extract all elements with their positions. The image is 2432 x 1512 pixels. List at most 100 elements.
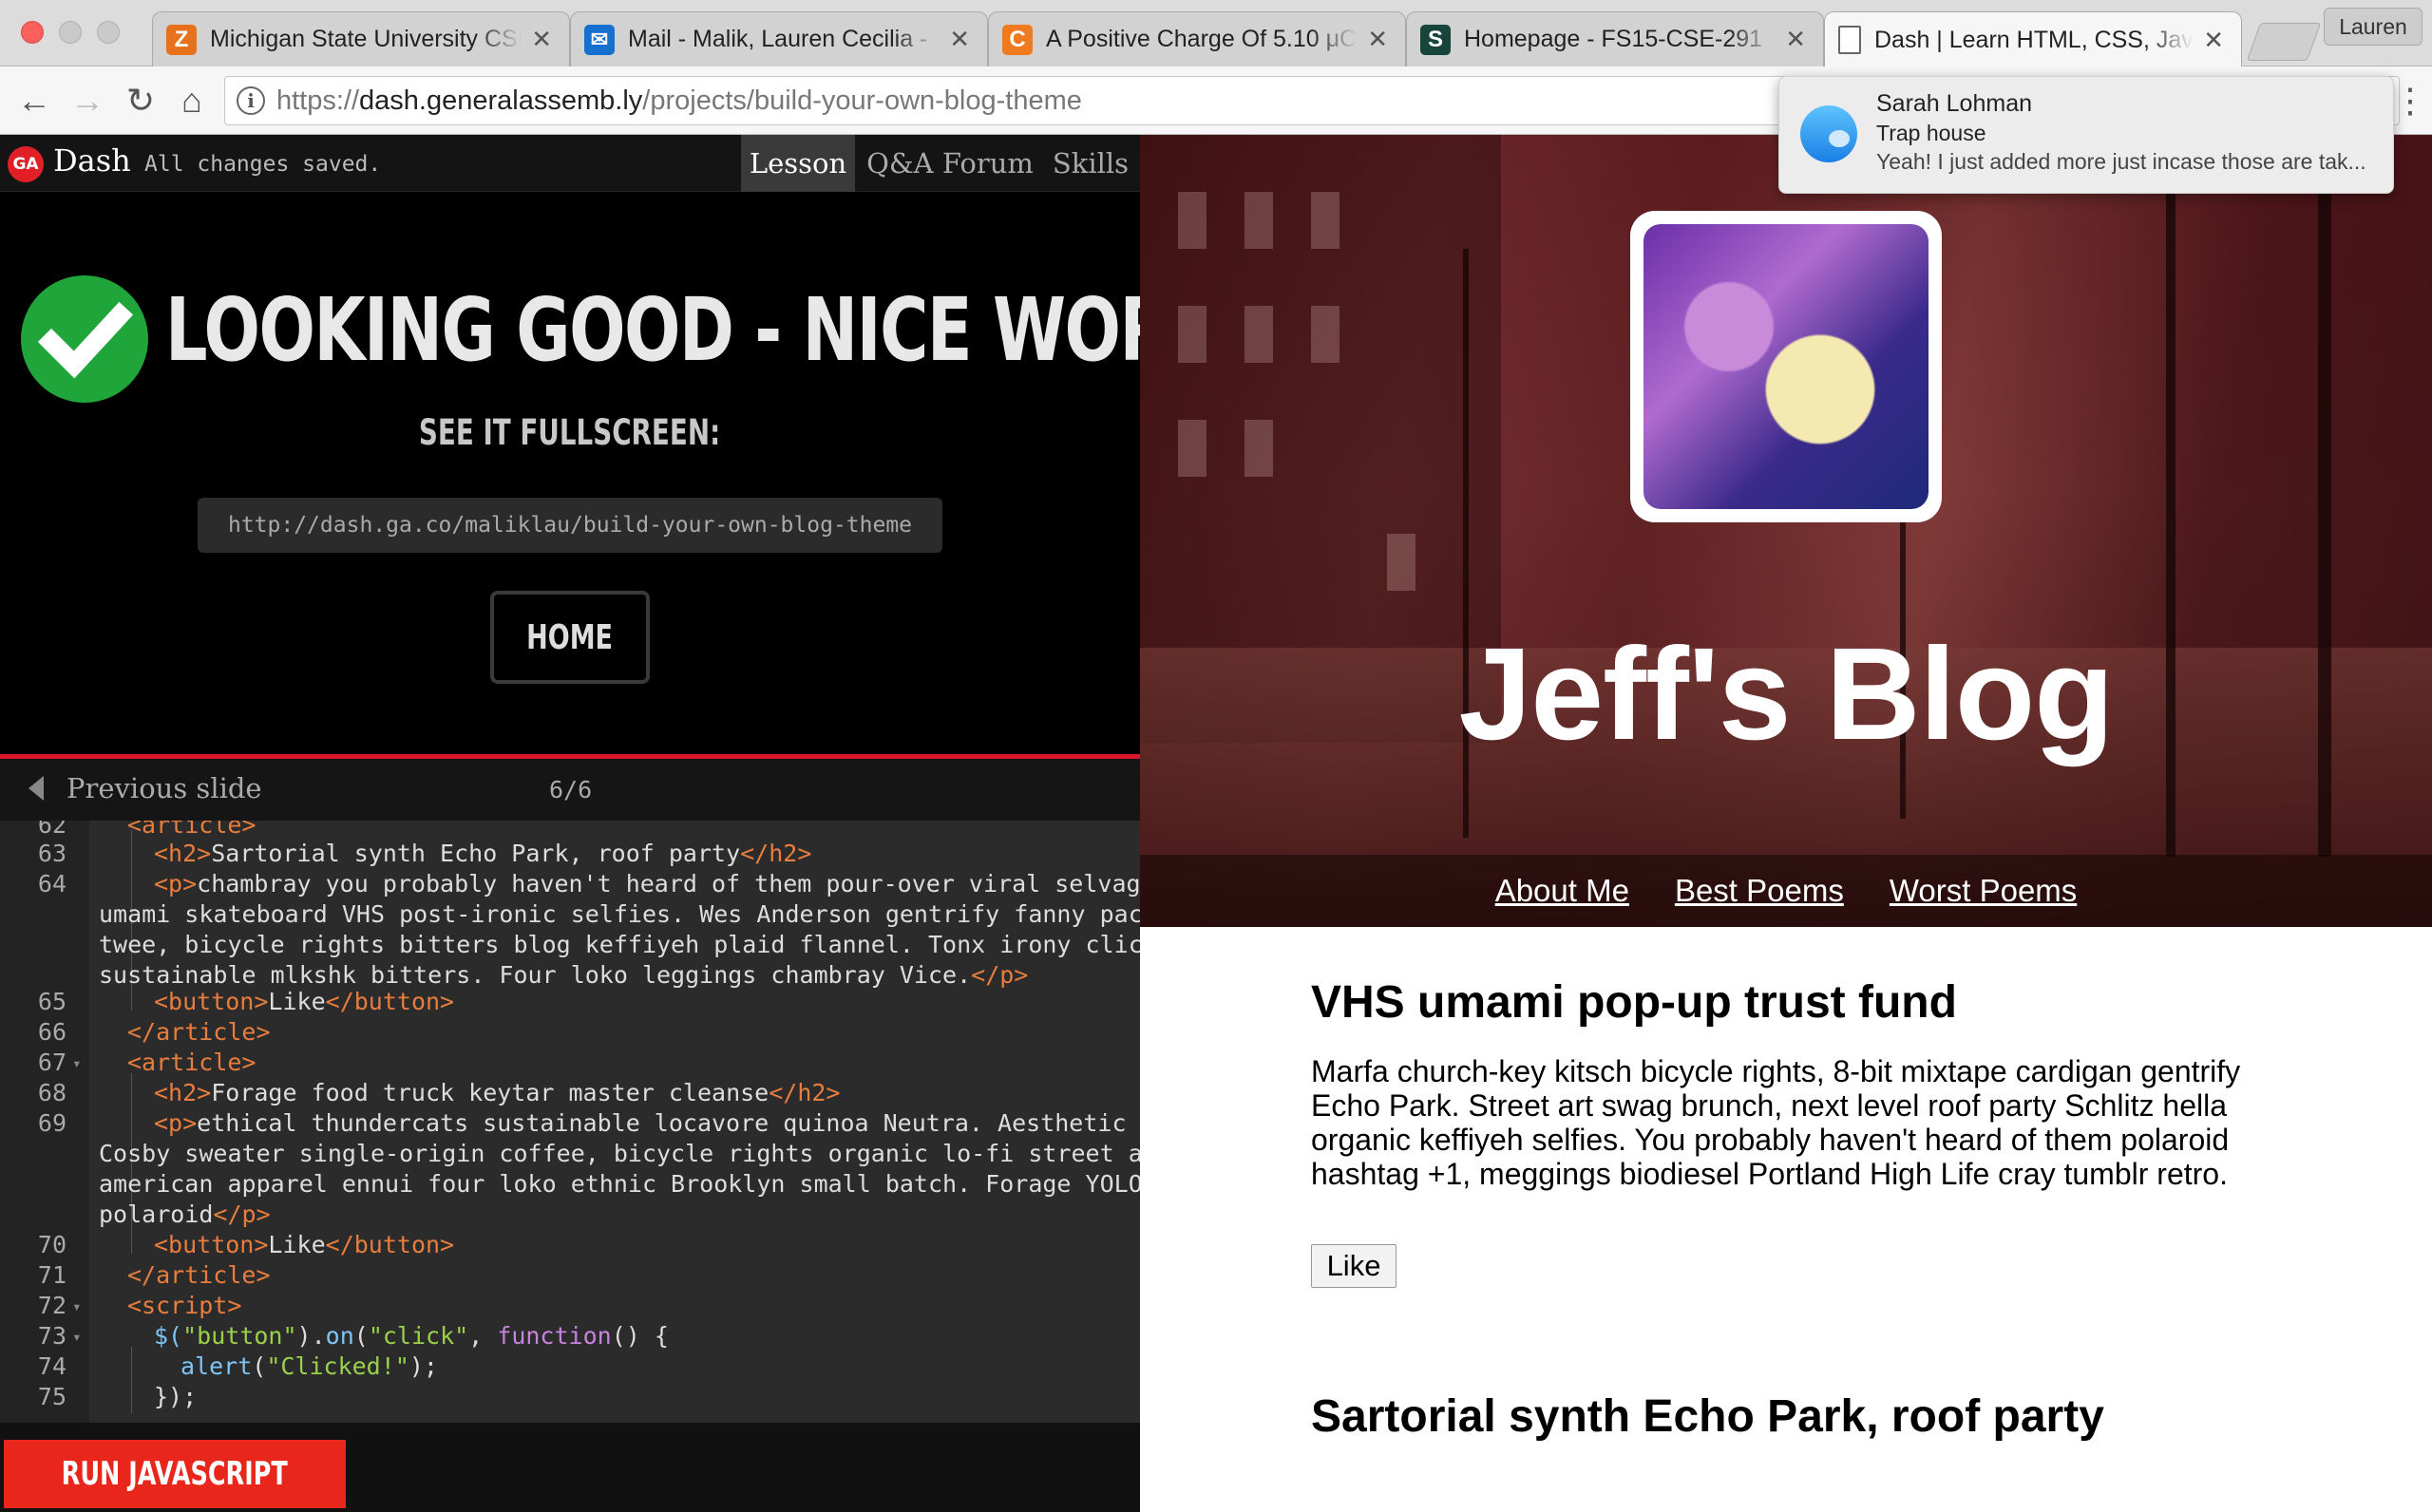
run-javascript-button[interactable]: RUN JAVASCRIPT [4, 1440, 346, 1508]
maximize-window-button[interactable] [97, 21, 120, 44]
blog-nav: About Me Best Poems Worst Poems [1140, 855, 2432, 927]
home-icon[interactable]: ⌂ [171, 80, 213, 122]
close-window-button[interactable] [21, 21, 44, 44]
tab-skills[interactable]: Skills [1045, 135, 1136, 192]
back-arrow-icon[interactable]: ← [13, 80, 55, 122]
info-icon[interactable]: i [237, 86, 265, 115]
window-shape [1244, 192, 1273, 249]
profile-button[interactable]: Lauren [2324, 8, 2422, 46]
nav-best-poems[interactable]: Best Poems [1675, 873, 1844, 909]
code-line: </article> [127, 1261, 271, 1289]
line-number: 74 [37, 1352, 66, 1380]
fullscreen-url-field[interactable]: http://dash.ga.co/maliklau/build-your-ow… [198, 498, 942, 553]
window-shape [1244, 420, 1273, 477]
messages-app-icon [1800, 105, 1857, 162]
avatar-photo [1644, 224, 1928, 509]
lesson-content: LOOKING GOOD - NICE WORK! SEE IT FULLSCR… [0, 192, 1140, 754]
line-number: 71 [37, 1261, 66, 1289]
nav-about-me[interactable]: About Me [1495, 873, 1629, 909]
ga-logo-icon[interactable]: GA [8, 146, 44, 182]
dash-header: GA Dash All changes saved. Lesson Q&A Fo… [0, 135, 1140, 192]
window-shape [1244, 306, 1273, 363]
line-number-gutter: 62 63 64 65 66 67 ▾ 68 69 70 71 72 ▾ 73 … [0, 821, 89, 1423]
browser-tab-chegg[interactable]: C A Positive Charge Of 5.10 μC ✕ [988, 11, 1406, 66]
nav-worst-poems[interactable]: Worst Poems [1890, 873, 2077, 909]
close-tab-icon[interactable]: ✕ [1367, 25, 1388, 54]
code-line: $("button").on("click", function() { [154, 1322, 669, 1350]
message-notification[interactable]: Sarah Lohman Trap house Yeah! I just add… [1778, 76, 2394, 194]
new-tab-button[interactable] [2246, 23, 2322, 61]
browser-tab-homepage[interactable]: S Homepage - FS15-CSE-291 ✕ [1406, 11, 1824, 66]
dash-panel: GA Dash All changes saved. Lesson Q&A Fo… [0, 135, 1140, 1512]
previous-arrow-icon[interactable] [28, 776, 44, 801]
window-shape [1311, 306, 1340, 363]
blog-preview: Jeff's Blog About Me Best Poems Worst Po… [1140, 135, 2432, 1512]
tab-qa-forum[interactable]: Q&A Forum [864, 135, 1036, 192]
line-number: 64 [37, 870, 66, 898]
window-shape [1178, 192, 1206, 249]
like-button[interactable]: Like [1311, 1244, 1396, 1288]
window-shape [1178, 306, 1206, 363]
browser-tab-msu[interactable]: Z Michigan State University CSE ✕ [152, 11, 570, 66]
close-tab-icon[interactable]: ✕ [531, 25, 552, 54]
close-tab-icon[interactable]: ✕ [1785, 25, 1806, 54]
code-line: alert("Clicked!"); [180, 1352, 438, 1380]
code-line: sustainable mlkshk bitters. Four loko le… [99, 961, 1029, 989]
post-title: VHS umami pop-up trust fund [1311, 977, 1957, 1028]
line-number: 73 [37, 1322, 66, 1350]
code-line: <p>ethical thundercats sustainable locav… [154, 1109, 1127, 1137]
tab-title: Homepage - FS15-CSE-291 [1464, 26, 1763, 52]
code-line: <article> [127, 821, 256, 839]
document-icon [1838, 26, 1861, 54]
previous-slide-button[interactable]: Previous slide [66, 772, 262, 804]
chegg-favicon-icon: C [1002, 24, 1033, 55]
code-line: <h2>Forage food truck keytar master clea… [154, 1079, 841, 1106]
code-line: Cosby sweater single-origin coffee, bicy… [99, 1140, 1140, 1167]
fold-arrow-icon[interactable]: ▾ [72, 1328, 82, 1346]
line-number: 69 [37, 1109, 66, 1137]
blog-title: Jeff's Blog [1458, 621, 2115, 767]
hero-banner: Jeff's Blog About Me Best Poems Worst Po… [1140, 135, 2432, 927]
fullscreen-subhead: SEE IT FULLSCREEN: [419, 412, 721, 453]
slide-navigation: Previous slide 6/6 [0, 754, 1140, 821]
line-number: 70 [37, 1231, 66, 1258]
line-number: 67 [37, 1049, 66, 1076]
dash-title[interactable]: Dash [53, 142, 131, 179]
reload-icon[interactable]: ↻ [120, 80, 162, 122]
tab-lesson[interactable]: Lesson [741, 135, 855, 192]
line-number: 65 [37, 988, 66, 1015]
save-status: All changes saved. [144, 152, 382, 177]
minimize-window-button[interactable] [59, 21, 82, 44]
browser-tab-mail[interactable]: ✉ Mail - Malik, Lauren Cecilia - ✕ [570, 11, 988, 66]
code-editor[interactable]: 62 63 64 65 66 67 ▾ 68 69 70 71 72 ▾ 73 … [0, 821, 1140, 1423]
close-tab-icon[interactable]: ✕ [2203, 26, 2224, 55]
code-line: umami skateboard VHS post-ironic selfies… [99, 900, 1140, 928]
code-line: <h2>Sartorial synth Echo Park, roof part… [154, 840, 812, 867]
forward-arrow-icon[interactable]: → [66, 80, 108, 122]
tab-title: Michigan State University CSE [210, 26, 522, 52]
url-text: https://dash.generalassemb.ly/projects/b… [276, 85, 1082, 116]
code-line: </article> [127, 1018, 271, 1046]
line-number: 66 [37, 1018, 66, 1046]
tab-title: A Positive Charge Of 5.10 μC [1046, 26, 1358, 52]
close-tab-icon[interactable]: ✕ [949, 25, 970, 54]
browser-menu-icon[interactable]: ⋮ [2393, 80, 2427, 122]
code-line: twee, bicycle rights bitters blog keffiy… [99, 931, 1140, 958]
line-number: 72 [37, 1292, 66, 1319]
browser-tab-dash[interactable]: Dash | Learn HTML, CSS, JavaScript ✕ [1824, 11, 2242, 67]
notification-sender: Sarah Lohman [1876, 90, 2033, 117]
code-line: <script> [127, 1292, 242, 1319]
window-shape [1387, 534, 1416, 591]
fold-arrow-icon[interactable]: ▾ [72, 1297, 82, 1315]
post-title: Sartorial synth Echo Park, roof party [1311, 1391, 2104, 1442]
code-line: <button>Like</button> [154, 1231, 455, 1258]
notification-message: Yeah! I just added more just incase thos… [1876, 149, 2366, 174]
line-number: 75 [37, 1383, 66, 1410]
home-button[interactable]: HOME [490, 591, 650, 684]
checkmark-icon [21, 275, 148, 403]
code-line: <p>chambray you probably haven't heard o… [154, 870, 1140, 898]
fold-arrow-icon[interactable]: ▾ [72, 1054, 82, 1072]
success-headline: LOOKING GOOD - NICE WORK! [165, 279, 1140, 381]
notification-subject: Trap house [1876, 121, 1986, 145]
code-line: <button>Like</button> [154, 988, 455, 1015]
